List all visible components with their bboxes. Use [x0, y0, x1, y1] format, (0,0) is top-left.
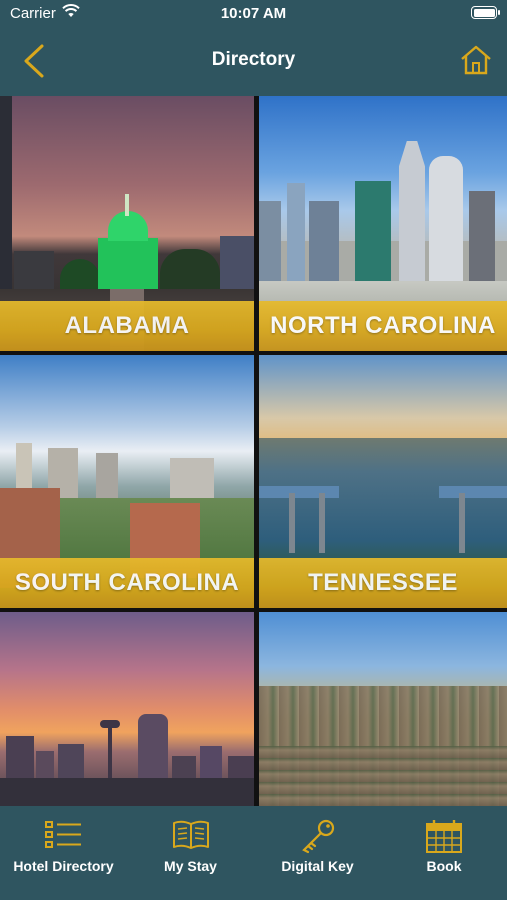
tile-label: NORTH CAROLINA — [270, 312, 496, 339]
tile-north-carolina[interactable]: NORTH CAROLINA — [259, 96, 507, 351]
key-icon — [301, 819, 334, 854]
tab-label: Hotel Directory — [13, 858, 114, 874]
book-icon — [172, 820, 209, 849]
tab-book[interactable]: Book — [381, 806, 507, 900]
sunset-skyline-photo — [0, 612, 254, 806]
state-grid: ALABAMA NORTH CAROLINA SOUTH CAROLINA TE… — [0, 96, 507, 806]
tab-bar: Hotel Directory My Stay Digital Key Book — [0, 806, 507, 900]
north-carolina-label-band: NORTH CAROLINA — [259, 301, 507, 351]
status-bar: Carrier 10:07 AM — [0, 0, 507, 28]
tile-label: TENNESSEE — [308, 569, 458, 596]
tile-tennessee[interactable]: TENNESSEE — [259, 355, 507, 608]
tile-label: SOUTH CAROLINA — [14, 569, 240, 596]
tennessee-label-band: TENNESSEE — [259, 558, 507, 608]
tab-label: Digital Key — [281, 858, 354, 874]
list-icon — [44, 821, 81, 848]
tab-hotel-directory[interactable]: Hotel Directory — [0, 806, 127, 900]
tile-label: ALABAMA — [64, 312, 190, 339]
tab-my-stay[interactable]: My Stay — [127, 806, 254, 900]
alabama-label-band: ALABAMA — [0, 301, 254, 351]
calendar-icon — [426, 820, 462, 853]
clock: 10:07 AM — [220, 5, 287, 22]
tab-label: Book — [426, 858, 462, 874]
navigation-header: Carrier 10:07 AM Directory — [0, 0, 507, 96]
aerial-city-photo — [259, 612, 507, 806]
tab-label: My Stay — [164, 858, 217, 874]
tile-aerial-city[interactable] — [259, 612, 507, 806]
tile-skyline-sunset[interactable] — [0, 612, 254, 806]
tile-south-carolina[interactable]: SOUTH CAROLINA — [0, 355, 254, 608]
tile-alabama[interactable]: ALABAMA — [0, 96, 254, 351]
tab-digital-key[interactable]: Digital Key — [254, 806, 381, 900]
battery-icon — [471, 6, 500, 19]
page-title: Directory — [211, 49, 296, 70]
south-carolina-label-band: SOUTH CAROLINA — [0, 558, 254, 608]
home-button[interactable] — [459, 43, 493, 77]
